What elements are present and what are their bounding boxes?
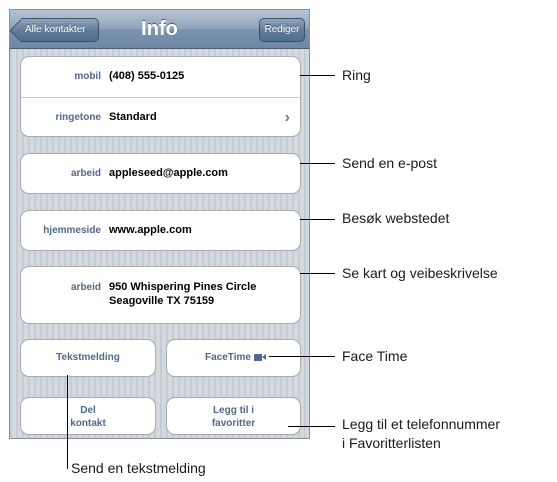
phone-row[interactable]: mobil (408) 555-0125 — [21, 57, 300, 97]
address-line-2: Seagoville TX 75159 — [109, 295, 215, 307]
callout-text-message: Send en tekstmelding — [71, 460, 206, 476]
chevron-right-icon: › — [284, 109, 290, 126]
back-button-all-contacts[interactable]: Alle kontakter — [21, 18, 99, 42]
favorites-label-line-1: Legg til i — [212, 405, 255, 416]
share-label-line-2: kontakt — [70, 418, 106, 429]
share-contact-button[interactable]: Del kontakt — [20, 397, 156, 435]
ringtone-label: ringetone — [55, 112, 101, 123]
callout-email: Send en e-post — [342, 155, 437, 171]
ringtone-value: Standard — [109, 111, 157, 123]
callout-line-favorites — [288, 426, 335, 427]
callout-favorites-line-1: Legg til et telefonnummer — [342, 416, 500, 432]
callout-favorites-line-2: i Favoritterlisten — [342, 435, 441, 451]
ringtone-row[interactable]: ringetone Standard › — [21, 97, 300, 136]
callout-line-web — [300, 219, 335, 220]
callout-web: Besøk webstedet — [342, 210, 450, 226]
homepage-value: www.apple.com — [109, 224, 192, 236]
navigation-bar: Alle kontakter Info Rediger — [10, 10, 309, 49]
callout-call: Ring — [342, 67, 371, 83]
phone-value: (408) 555-0125 — [109, 70, 185, 82]
address-row[interactable]: arbeid 950 Whispering Pines Circle Seago… — [20, 266, 301, 324]
homepage-label: hjemmeside — [43, 225, 101, 236]
email-label: arbeid — [70, 168, 101, 179]
favorites-label-line-2: favoritter — [211, 418, 256, 429]
email-value: appleseed@apple.com — [109, 167, 228, 179]
contact-info-screen: Alle kontakter Info Rediger mobil (408) … — [9, 9, 310, 439]
address-line-1: 950 Whispering Pines Circle — [109, 281, 257, 293]
facetime-button[interactable]: FaceTime — [166, 339, 301, 377]
text-message-button[interactable]: Tekstmelding — [20, 339, 156, 377]
video-camera-icon — [253, 353, 266, 361]
phone-label: mobil — [74, 71, 101, 82]
add-to-favorites-button[interactable]: Legg til i favoritter — [166, 397, 301, 435]
facetime-label: FaceTime — [205, 352, 251, 363]
callout-map: Se kart og veibeskrivelse — [342, 265, 498, 281]
address-label: arbeid — [70, 282, 101, 293]
callout-facetime: Face Time — [342, 348, 408, 364]
callout-line-email — [300, 163, 335, 164]
share-label-line-1: Del — [80, 405, 96, 416]
phone-group: mobil (408) 555-0125 ringetone Standard … — [20, 56, 301, 137]
callout-line-map — [300, 273, 335, 274]
homepage-row[interactable]: hjemmeside www.apple.com — [20, 210, 301, 251]
callout-line-facetime — [269, 356, 335, 357]
callout-line-text — [67, 375, 68, 469]
email-row[interactable]: arbeid appleseed@apple.com — [20, 153, 301, 194]
callout-line-call — [300, 75, 335, 76]
